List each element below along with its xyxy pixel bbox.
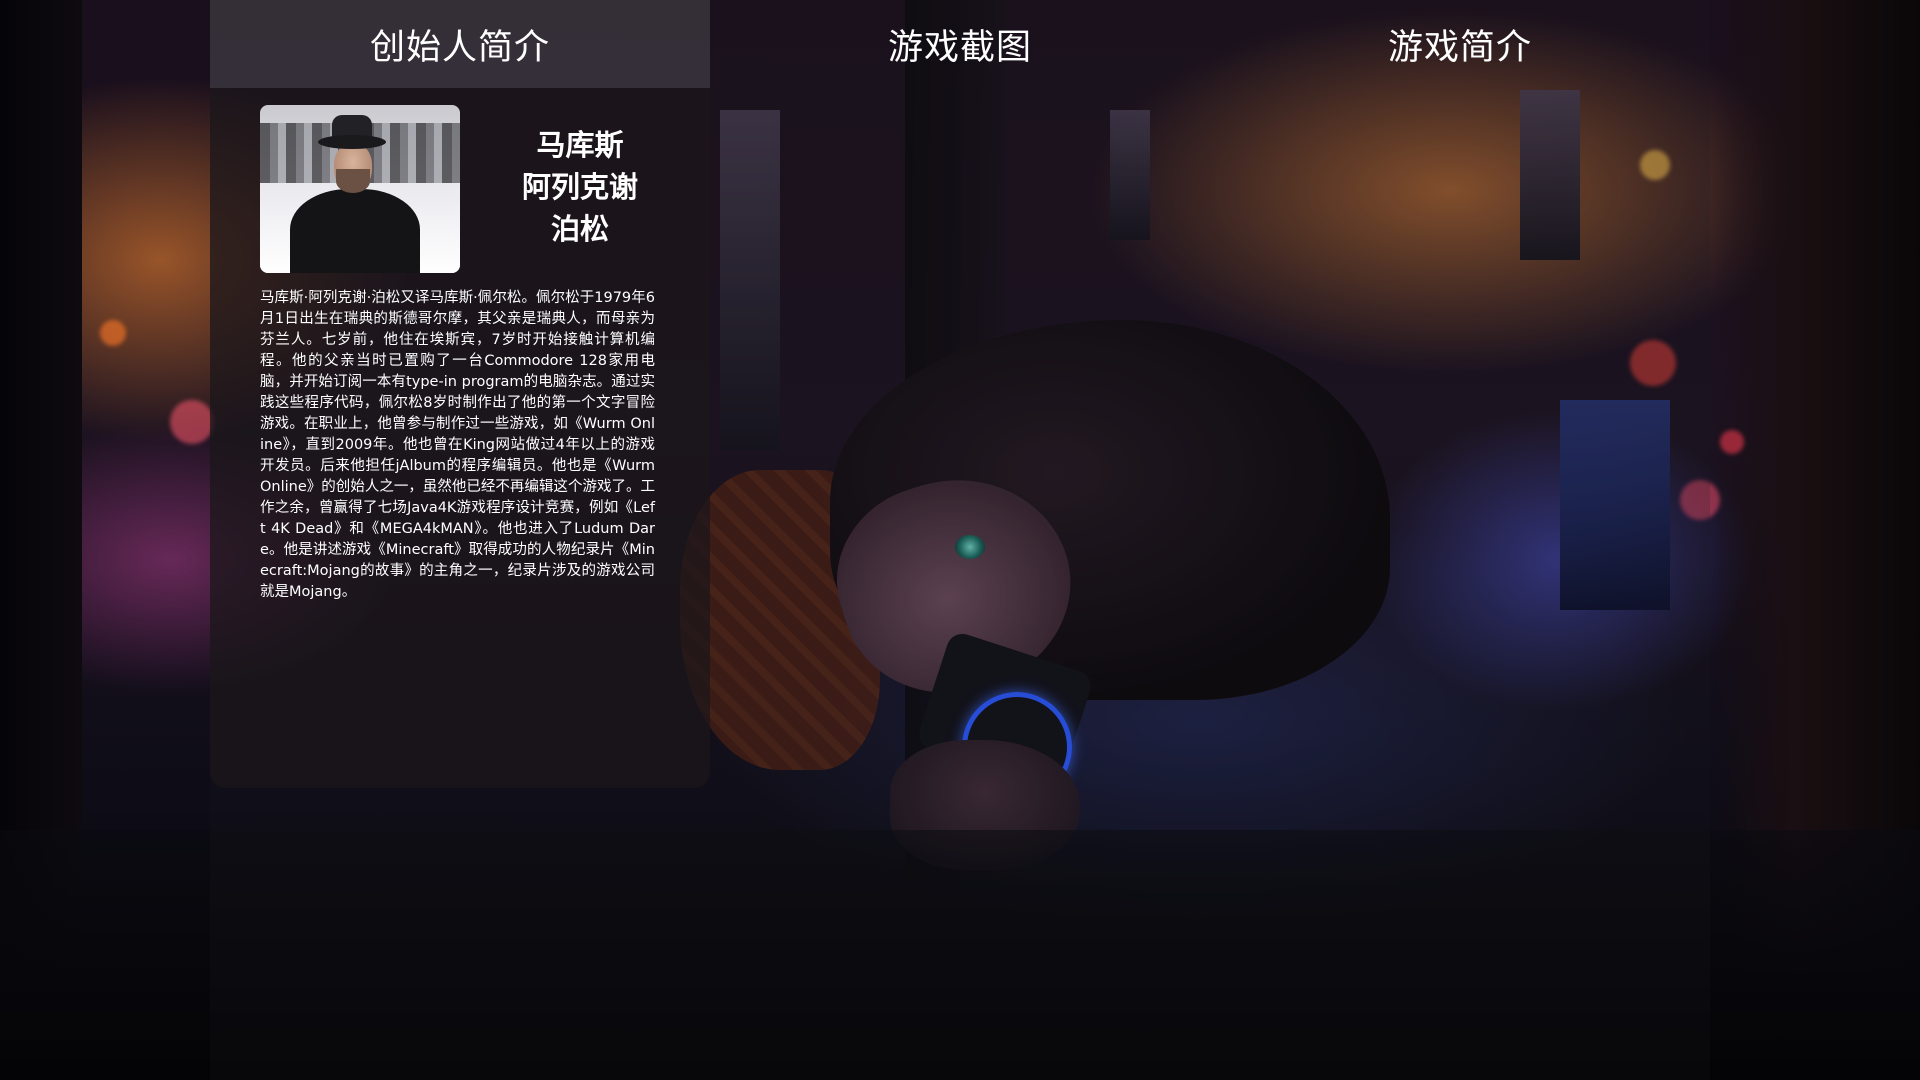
tab-game-screenshots[interactable]: 游戏截图 [710,0,1210,88]
founder-name: 马库斯 阿列克谢 泊松 [521,128,638,246]
photo-hat-brim [318,135,386,149]
founder-photo [260,105,460,273]
page-root: 创始人简介 游戏截图 游戏简介 马库斯 阿列克谢 泊松 马库斯·阿列克谢·泊松又… [0,0,1920,1080]
tab-founder-intro[interactable]: 创始人简介 [210,0,710,88]
photo-beard [336,169,370,193]
top-nav: 创始人简介 游戏截图 游戏简介 [210,0,1710,88]
founder-card: 马库斯 阿列克谢 泊松 马库斯·阿列克谢·泊松又译马库斯·佩尔松。佩尔松于197… [210,88,710,788]
bokeh-light [1720,430,1744,454]
tab-game-intro[interactable]: 游戏简介 [1210,0,1710,88]
bokeh-light [170,400,214,444]
photo-coat [290,189,420,273]
bokeh-light [100,320,126,346]
founder-bio: 马库斯·阿列克谢·泊松又译马库斯·佩尔松。佩尔松于1979年6月1日出生在瑞典的… [260,290,655,600]
